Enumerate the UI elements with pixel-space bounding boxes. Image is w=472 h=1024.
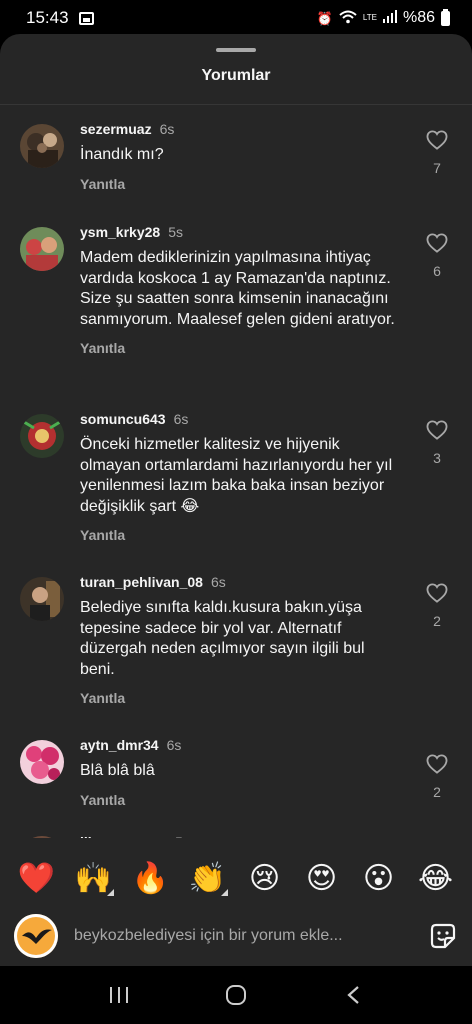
like-count: 2 xyxy=(433,613,441,629)
comment-time: 5s xyxy=(175,834,190,838)
like-control[interactable]: 3 xyxy=(425,420,449,466)
reaction-raised-hands[interactable]: 🙌 xyxy=(74,864,114,896)
comment-time: 5s xyxy=(168,224,183,240)
sheet-title: Yorumlar xyxy=(201,67,271,84)
comment-header: somuncu643 6s xyxy=(80,410,400,428)
avatar[interactable] xyxy=(20,414,64,458)
comment-body: aytn_dmr34 6s Blâ blâ blâ Yanıtla xyxy=(80,736,400,810)
comment-time: 6s xyxy=(166,737,182,753)
comment-username[interactable]: ysm_krky28 xyxy=(80,224,160,240)
reaction-heart[interactable]: ❤️ xyxy=(17,864,57,894)
comment-time: 6s xyxy=(159,121,175,137)
comment-composer xyxy=(0,906,472,966)
avatar[interactable] xyxy=(20,227,64,271)
avatar xyxy=(20,836,64,838)
heart-icon[interactable] xyxy=(426,130,448,150)
reply-button[interactable]: Yanıtla xyxy=(80,792,125,808)
like-control[interactable]: 6 xyxy=(425,233,449,279)
comment-body: turan_pehlivan_08 6s Belediye sınıfta kal… xyxy=(80,573,400,708)
comment-time: 6s xyxy=(210,574,226,590)
reply-button[interactable]: Yanıtla xyxy=(80,176,125,192)
comment-header: ysm_krky28 5s xyxy=(80,223,400,241)
comment-body: ysm_krky28 5s Madem dediklerinizin yapılm… xyxy=(80,223,400,358)
title-divider xyxy=(0,104,472,105)
battery-icon xyxy=(441,8,450,26)
comment-username[interactable]: sezermuaz xyxy=(80,121,152,137)
system-nav-bar xyxy=(0,966,472,1024)
comment-username[interactable]: turan_pehlivan_08 xyxy=(80,574,203,590)
back-button[interactable] xyxy=(335,977,371,1013)
comment-list[interactable]: sezermuaz 6s İnandık mı? Yanıtla 7 ysm_kr… xyxy=(0,120,472,838)
like-control[interactable]: 2 xyxy=(425,583,449,629)
avatar[interactable] xyxy=(20,740,64,784)
battery-percent: %86 xyxy=(402,9,435,26)
volte-icon: LTE xyxy=(362,13,377,22)
heart-icon[interactable] xyxy=(426,233,448,253)
current-user-avatar xyxy=(14,914,58,958)
like-control[interactable]: 2 xyxy=(425,754,449,800)
like-count: 2 xyxy=(433,784,441,800)
comment-text: Belediye sınıfta kaldı.kusura bakın.yüşa… xyxy=(80,599,365,678)
alarm-icon: ⏰ xyxy=(316,10,333,26)
recent-apps-icon xyxy=(109,987,128,1003)
like-count: 3 xyxy=(433,450,441,466)
heart-icon[interactable] xyxy=(426,754,448,774)
reply-button[interactable]: Yanıtla xyxy=(80,527,125,543)
signal-icon xyxy=(382,9,397,28)
heart-icon[interactable] xyxy=(426,583,448,603)
reaction-fire[interactable]: 🔥 xyxy=(131,864,171,894)
home-icon xyxy=(225,985,246,1005)
reaction-laughing[interactable]: 😂 xyxy=(416,864,456,894)
status-bar: 15:43 ⏰ LTE %86 xyxy=(0,0,472,36)
comment-header: aytn_dmr34 6s xyxy=(80,736,400,754)
comment-header: turan_pehlivan_08 6s xyxy=(80,573,400,591)
comment-input[interactable] xyxy=(74,927,412,945)
comment-text: Madem dediklerinizin yapılmasına ihtiyaç… xyxy=(80,249,395,328)
back-icon xyxy=(347,986,360,1004)
drag-handle[interactable] xyxy=(216,48,256,52)
comments-sheet: Yorumlar sezermuaz 6s İnandık mı? Yanıtla… xyxy=(0,34,472,966)
heart-icon[interactable] xyxy=(426,420,448,440)
reaction-heart-eyes[interactable]: 😍 xyxy=(302,864,342,894)
reply-button[interactable]: Yanıtla xyxy=(80,690,125,706)
comment-text: Blâ blâ blâ xyxy=(80,762,155,779)
home-button[interactable] xyxy=(218,977,254,1013)
partial-comment: ilkoursuuuen 5s xyxy=(20,832,420,838)
skin-tone-caret-icon xyxy=(106,889,114,896)
status-left: 15:43 xyxy=(26,8,94,28)
avatar[interactable] xyxy=(20,577,64,621)
sticker-icon[interactable] xyxy=(428,921,458,951)
status-right: ⏰ LTE %86 xyxy=(316,8,450,28)
comment-body: somuncu643 6s Önceki hizmetler kalitesiz … xyxy=(80,410,400,545)
like-count: 7 xyxy=(433,160,441,176)
reaction-surprised[interactable]: 😮 xyxy=(359,864,399,894)
wifi-icon xyxy=(339,10,357,26)
status-time: 15:43 xyxy=(26,8,69,27)
comment-username: ilkoursuuuen xyxy=(80,834,168,838)
comment-text: Önceki hizmetler kalitesiz ve hijyenik o… xyxy=(80,436,393,515)
reaction-clap[interactable]: 👏 xyxy=(188,864,228,896)
skin-tone-caret-icon xyxy=(220,889,228,896)
reaction-crying[interactable]: 😢 xyxy=(245,864,285,894)
comment-time: 6s xyxy=(173,411,189,427)
avatar[interactable] xyxy=(20,124,64,168)
quick-reaction-bar: ❤️ 🙌 🔥 👏 😢 😍 😮 😂 xyxy=(0,852,472,906)
gallery-notification-icon xyxy=(78,11,94,25)
comment-header: sezermuaz 6s xyxy=(80,120,400,138)
comment-username[interactable]: aytn_dmr34 xyxy=(80,737,159,753)
comment-body: sezermuaz 6s İnandık mı? Yanıtla xyxy=(80,120,400,194)
comment-text: İnandık mı? xyxy=(80,146,164,163)
like-count: 6 xyxy=(433,263,441,279)
recent-apps-button[interactable] xyxy=(101,977,137,1013)
like-control[interactable]: 7 xyxy=(425,130,449,176)
comment-username[interactable]: somuncu643 xyxy=(80,411,166,427)
reply-button[interactable]: Yanıtla xyxy=(80,340,125,356)
